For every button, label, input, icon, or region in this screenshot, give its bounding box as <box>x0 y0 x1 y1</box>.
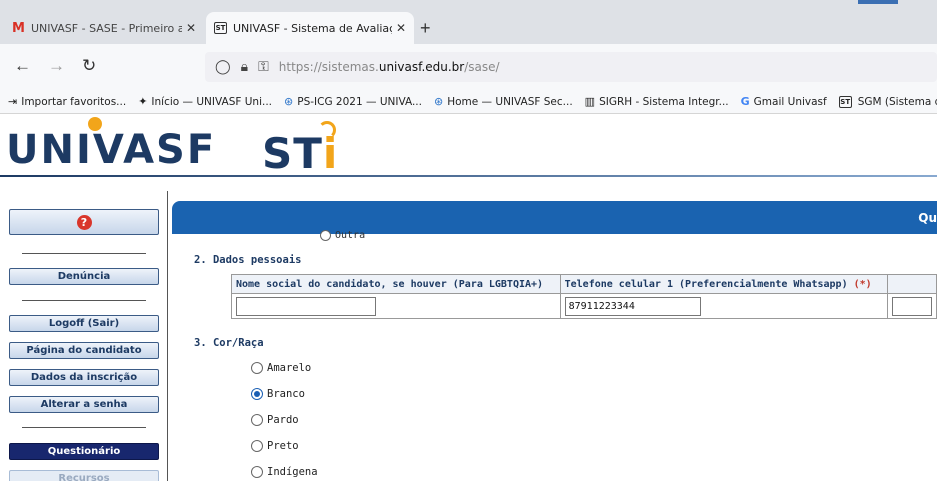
close-icon[interactable]: ✕ <box>396 21 406 35</box>
tab-sase-primeiro-acesso[interactable]: M UNIVASF - SASE - Primeiro aces ✕ <box>4 12 204 44</box>
univasf-icon: ✦ <box>138 95 148 108</box>
shield-icon[interactable]: ◯ <box>215 59 231 75</box>
radio-preto[interactable]: Preto <box>251 440 299 452</box>
sti-icon: ST <box>214 22 227 34</box>
sidebar-item-denuncia[interactable]: Denúncia <box>9 268 159 285</box>
sidebar-item-logoff[interactable]: Logoff (Sair) <box>9 315 159 332</box>
reload-icon[interactable]: ↻ <box>82 56 96 76</box>
radio-amarelo[interactable]: Amarelo <box>251 362 311 374</box>
extra-input[interactable] <box>891 296 932 316</box>
section-title-cor-raca: 3. Cor/Raça <box>194 337 264 349</box>
sidebar-item-recursos[interactable]: Recursos <box>9 470 159 481</box>
nome-social-input[interactable] <box>236 296 376 316</box>
sidebar-item-questionario[interactable]: Questionário <box>9 443 159 460</box>
bookmark-importar[interactable]: ⇥ Importar favoritos... <box>8 95 126 108</box>
telefone-input[interactable] <box>564 296 701 316</box>
personal-data-table: Nome social do candidato, se houver (Par… <box>231 274 937 319</box>
column-header-nome-social: Nome social do candidato, se houver (Par… <box>231 274 561 294</box>
bookmark-gmail[interactable]: G Gmail Univasf <box>741 95 827 108</box>
tab-title: UNIVASF - SASE - Primeiro aces <box>30 21 182 35</box>
sidebar-separator <box>22 427 146 428</box>
url-text: https://sistemas.univasf.edu.br/sase/ <box>278 60 500 74</box>
table-cell <box>559 293 888 319</box>
browser-nav-bar: ← → ↻ ◯ 🔒︎ ⚿ https://sistemas.univasf.ed… <box>0 44 937 90</box>
column-header-extra <box>886 274 937 294</box>
sidebar-item-dados-inscricao[interactable]: Dados da inscrição <box>9 369 159 386</box>
sig-icon: ▥ <box>584 95 596 108</box>
tab-title: UNIVASF - Sistema de Avaliação <box>233 21 392 35</box>
table-cell <box>231 293 561 319</box>
univasf-logo: UNIVASF <box>6 127 217 173</box>
section-title-dados-pessoais: 2. Dados pessoais <box>194 254 302 266</box>
new-tab-button[interactable]: + <box>420 18 431 39</box>
address-bar[interactable]: ◯ 🔒︎ ⚿ https://sistemas.univasf.edu.br/s… <box>205 52 937 82</box>
google-icon: G <box>740 95 750 108</box>
close-icon[interactable]: ✕ <box>186 21 196 35</box>
help-icon: ? <box>76 214 92 230</box>
page-viewport: UNIVASF STi ? Denúncia Logoff (Sair) Pág… <box>0 115 937 481</box>
globe-icon: ⊛ <box>284 95 294 108</box>
forward-arrow-icon[interactable]: → <box>48 56 65 76</box>
bookmark-home[interactable]: ⊛ Home — UNIVASF Sec... <box>434 95 573 108</box>
lock-icon[interactable]: 🔒︎ <box>241 59 248 75</box>
bookmark-ps-icg[interactable]: ⊛ PS-ICG 2021 — UNIVA... <box>284 95 422 108</box>
sidebar-item-pagina-candidato[interactable]: Página do candidato <box>9 342 159 359</box>
window-accent-bar <box>858 0 898 4</box>
st-icon: ST <box>838 95 852 108</box>
radio-indigena[interactable]: Indígena <box>251 466 318 478</box>
radio-button-selected[interactable] <box>251 388 263 400</box>
signal-arc-icon <box>318 121 336 139</box>
sidebar-item-alterar-senha[interactable]: Alterar a senha <box>9 396 159 413</box>
tab-sistema-avaliacao[interactable]: ST UNIVASF - Sistema de Avaliação ✕ <box>206 12 414 44</box>
required-mark: (*) <box>853 278 872 290</box>
header-divider <box>0 175 937 177</box>
globe-icon: ⊛ <box>433 95 444 108</box>
content-header: Qu <box>172 201 937 234</box>
browser-tab-bar: M UNIVASF - SASE - Primeiro aces ✕ ST UN… <box>0 0 937 44</box>
back-arrow-icon[interactable]: ← <box>14 56 31 76</box>
column-header-telefone: Telefone celular 1 (Preferencialmente Wh… <box>559 274 888 294</box>
radio-pardo[interactable]: Pardo <box>251 414 299 426</box>
bookmarks-bar: ⇥ Importar favoritos... ✦ Início — UNIVASF… <box>0 90 937 114</box>
gmail-icon: M <box>12 20 25 36</box>
logo-dot <box>88 117 102 131</box>
key-icon[interactable]: ⚿ <box>258 59 269 75</box>
table-cell <box>886 293 937 319</box>
radio-button[interactable] <box>251 414 263 426</box>
sidebar-divider <box>167 191 168 481</box>
radio-outra[interactable]: Outra <box>320 230 365 241</box>
questionnaire-form: Outra 2. Dados pessoais Nome social do c… <box>172 230 937 481</box>
bookmark-sigrh[interactable]: ▥ SIGRH - Sistema Integr... <box>585 95 729 108</box>
sidebar-separator <box>22 253 146 254</box>
radio-branco[interactable]: Branco <box>251 388 305 400</box>
radio-button[interactable] <box>251 440 263 452</box>
bookmark-inicio[interactable]: ✦ Início — UNIVASF Uni... <box>138 95 272 108</box>
sidebar-separator <box>22 300 146 301</box>
radio-button[interactable] <box>320 230 331 241</box>
help-button[interactable]: ? <box>9 209 159 235</box>
bookmark-sgm[interactable]: STSGM (Sistema de Gest <box>838 95 937 108</box>
radio-button[interactable] <box>251 362 263 374</box>
content-header-title: Qu <box>918 211 937 225</box>
radio-button[interactable] <box>251 466 263 478</box>
import-icon: ⇥ <box>8 95 18 108</box>
